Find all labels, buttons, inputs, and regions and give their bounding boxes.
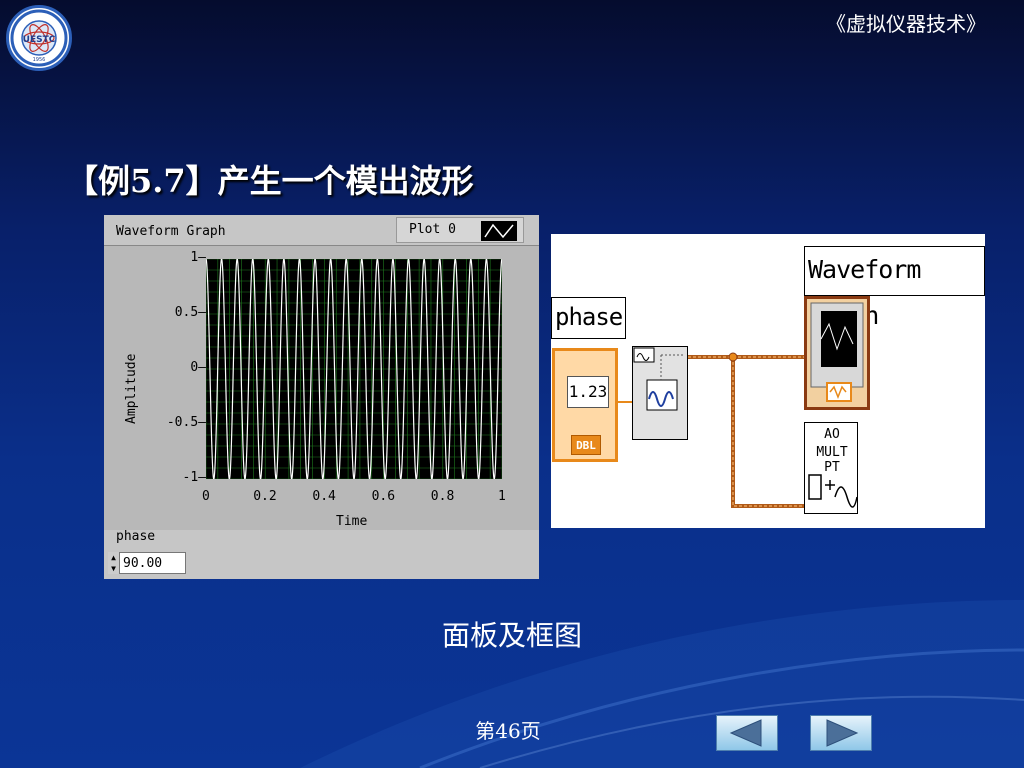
legend-plot-name: Plot 0 bbox=[409, 222, 456, 237]
y-tick-label: 1– bbox=[190, 250, 206, 265]
x-tick-label: 1 bbox=[498, 489, 506, 504]
next-button[interactable] bbox=[810, 715, 872, 751]
logo-text: UESTC bbox=[23, 35, 56, 45]
phase-label: phase bbox=[116, 529, 156, 544]
graph-label: Waveform Graph bbox=[116, 224, 226, 239]
y-tick-label: 0.5– bbox=[174, 305, 206, 320]
x-tick-label: 0 bbox=[202, 489, 210, 504]
x-tick-label: 0.4 bbox=[312, 489, 336, 504]
waveform-graph: 1– 0.5– 0– -0.5– -1– 0 0.2 0.4 0.6 0.8 1 Amplitud… bbox=[104, 245, 539, 530]
y-tick-label: -0.5– bbox=[166, 415, 206, 430]
y-tick-label: -1– bbox=[182, 470, 206, 485]
x-tick-label: 0.2 bbox=[253, 489, 277, 504]
x-tick-label: 0.8 bbox=[430, 489, 455, 504]
logo-emblem-icon: UESTC 1956 bbox=[10, 9, 68, 67]
phase-increment-arrows[interactable]: ▲ ▼ bbox=[108, 552, 120, 574]
block-diagram: phase 1.23 DBL Waveform Graph AO MULT PT bbox=[551, 234, 985, 528]
arrow-right-icon bbox=[826, 719, 859, 747]
x-axis-title: Time bbox=[336, 514, 368, 529]
bd-wires bbox=[618, 352, 804, 508]
plot-legend[interactable]: Plot 0 bbox=[396, 217, 524, 243]
x-tick-label: 0.6 bbox=[371, 489, 396, 504]
university-logo: UESTC 1956 bbox=[6, 5, 72, 71]
waveform-swatch-icon bbox=[484, 223, 514, 239]
plot-area[interactable] bbox=[206, 259, 502, 479]
y-tick-label: 0– bbox=[190, 360, 206, 375]
slide-caption: 面板及框图 bbox=[441, 619, 582, 652]
legend-swatch bbox=[481, 221, 517, 241]
slide-title: 【例5.7】产生一个模出波形 bbox=[66, 162, 474, 200]
y-axis-title: Amplitude bbox=[124, 353, 139, 424]
logo-year: 1956 bbox=[33, 57, 46, 63]
prev-button[interactable] bbox=[716, 715, 778, 751]
arrow-left-icon bbox=[729, 719, 762, 747]
front-panel: Waveform Graph Plot 0 1– 0.5– 0– -0.5– -1– 0… bbox=[104, 215, 539, 579]
course-title: 《虚拟仪器技术》 bbox=[826, 12, 986, 36]
